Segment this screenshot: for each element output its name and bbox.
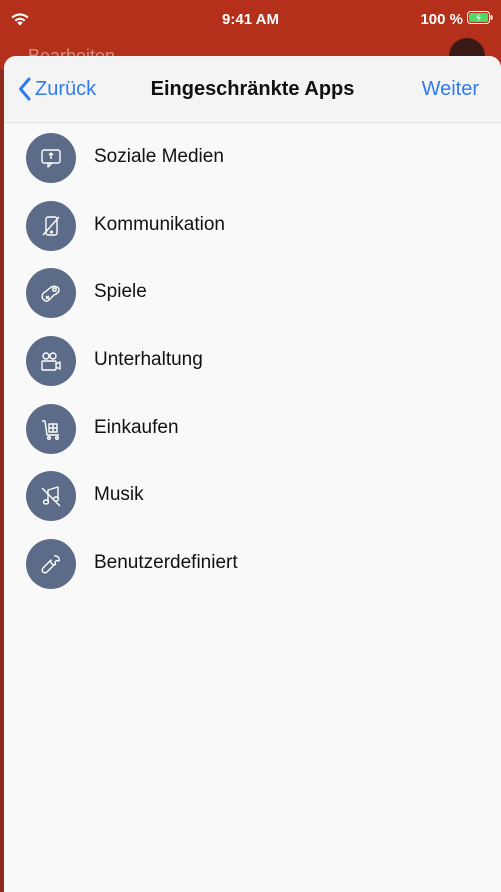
- battery-percentage: 100 %: [420, 11, 463, 28]
- music-icon: [26, 471, 76, 522]
- list-item-games[interactable]: Spiele: [4, 259, 501, 327]
- phone-icon: [26, 200, 76, 251]
- category-list: Soziale Medien Kommunikation Spiele Unte…: [4, 124, 501, 598]
- list-item-social-media[interactable]: Soziale Medien: [4, 124, 501, 192]
- screen: 9:41 AM 100 % Bearbeiten Zurück Eingesch…: [0, 0, 501, 892]
- list-item-entertainment[interactable]: Unterhaltung: [4, 327, 501, 395]
- status-bar: 9:41 AM 100 %: [0, 0, 501, 40]
- cart-icon: [26, 403, 76, 454]
- chat-bubble-icon: [26, 133, 76, 183]
- next-button[interactable]: Weiter: [422, 78, 479, 101]
- list-item-label: Spiele: [94, 281, 147, 303]
- list-item-label: Einkaufen: [94, 416, 179, 438]
- list-item-communication[interactable]: Kommunikation: [4, 192, 501, 260]
- gamepad-icon: [26, 268, 76, 319]
- list-item-label: Soziale Medien: [94, 146, 224, 167]
- list-item-label: Musik: [94, 484, 144, 506]
- list-item-shopping[interactable]: Einkaufen: [4, 395, 501, 463]
- list-item-label: Benutzerdefiniert: [94, 552, 238, 574]
- navigation-bar: Zurück Eingeschränkte Apps Weiter: [4, 56, 501, 123]
- list-item-label: Unterhaltung: [94, 349, 203, 371]
- list-item-music[interactable]: Musik: [4, 462, 501, 530]
- restricted-apps-sheet: Zurück Eingeschränkte Apps Weiter Sozial…: [4, 56, 501, 892]
- wrench-icon: [26, 539, 76, 590]
- battery-icon: [467, 11, 493, 24]
- list-item-label: Kommunikation: [94, 213, 225, 235]
- video-camera-icon: [26, 336, 76, 387]
- list-item-custom[interactable]: Benutzerdefiniert: [4, 530, 501, 598]
